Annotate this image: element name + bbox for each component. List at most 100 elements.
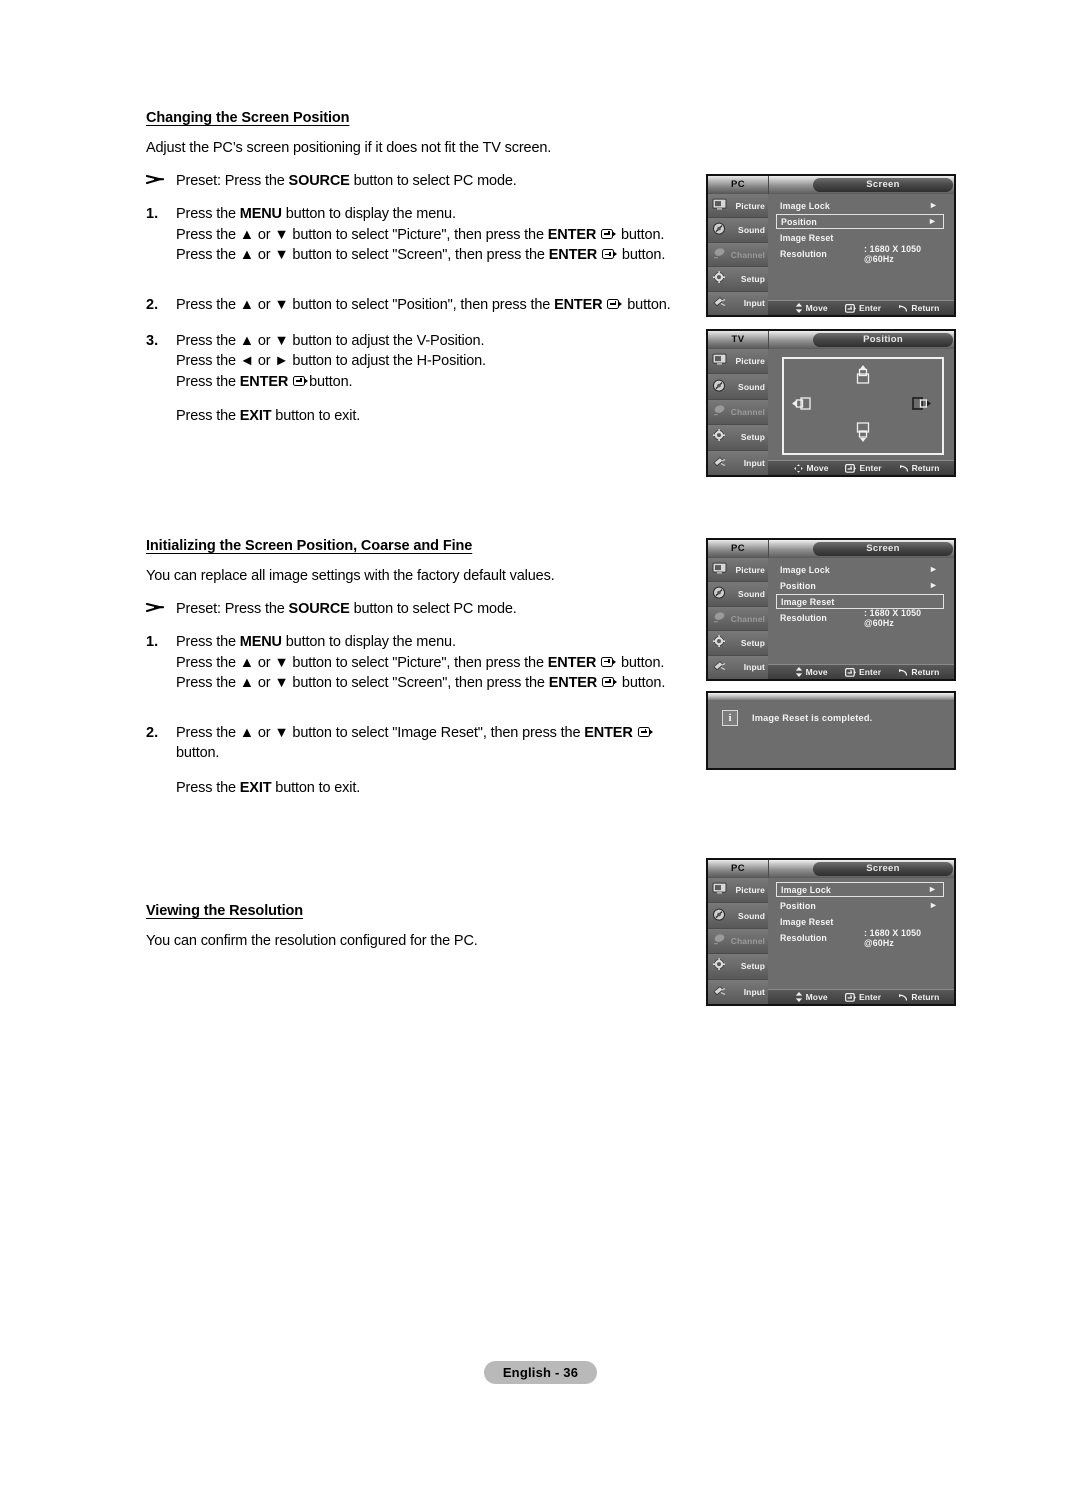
osd-source-label: PC: [708, 540, 769, 558]
osd-menu-list: Image Lock ► Position ► Image Reset Reso…: [768, 558, 954, 628]
sidebar-item-input[interactable]: Input: [708, 450, 768, 475]
return-arrow-icon: [899, 464, 908, 472]
step-line: Press the MENU button to display the men…: [176, 632, 665, 653]
sidebar-item-setup[interactable]: Setup: [708, 425, 768, 451]
hint-label: Enter: [859, 463, 882, 473]
preset-note: Preset: Press the SOURCE button to selec…: [145, 600, 686, 618]
step-2: 2. Press the ▲ or ▼ button to select "Im…: [146, 723, 686, 764]
sidebar-item-sound[interactable]: Sound: [708, 374, 768, 400]
sidebar-label: Input: [743, 457, 765, 468]
t-select: button to select: [288, 654, 393, 671]
enter-button-name: ENTER: [547, 654, 597, 671]
sidebar-item-sound[interactable]: Sound: [708, 582, 768, 607]
menu-row-position[interactable]: Position ►: [776, 214, 944, 229]
section-intro: Adjust the PC’s screen positioning if it…: [146, 140, 552, 156]
sidebar-item-input[interactable]: Input: [708, 655, 768, 679]
step-line: Press the MENU button to display the men…: [176, 204, 665, 225]
t-select: button to select: [288, 296, 393, 313]
sidebar-item-sound[interactable]: Sound: [708, 903, 768, 929]
t-tail: button.: [617, 226, 665, 243]
osd-body: Picture Sound Channel Setup Input: [708, 349, 954, 475]
resolution-value: : 1680 X 1050 @60Hz: [864, 927, 922, 948]
exit-instruction: Press the EXIT button to exit.: [176, 406, 686, 427]
move-right-icon[interactable]: [910, 394, 936, 419]
step-line: Press the ▲ or ▼ button to adjust the V-…: [176, 331, 486, 352]
move-down-icon[interactable]: [853, 420, 873, 447]
chevron-right-icon: ►: [928, 900, 938, 910]
move-left-icon[interactable]: [792, 394, 818, 419]
position-adjust-area[interactable]: [782, 357, 944, 455]
hint-move: Move: [794, 463, 828, 473]
osd-sidebar: Picture Sound Channel Setup Input: [708, 194, 768, 315]
up-arrow-icon: ▲: [239, 247, 254, 264]
down-arrow-icon: ▼: [274, 724, 289, 741]
picture-icon: [712, 561, 728, 575]
dialog-content: i Image Reset is completed.: [708, 700, 954, 726]
sidebar-item-channel[interactable]: Channel: [708, 606, 768, 632]
t-press: Press the: [176, 226, 240, 243]
sidebar-item-picture[interactable]: Picture: [708, 878, 768, 904]
sidebar-item-setup[interactable]: Setup: [708, 631, 768, 656]
sound-icon: [712, 378, 728, 392]
hint-enter: Enter: [844, 303, 881, 313]
menu-row-image-lock[interactable]: Image Lock ►: [776, 562, 944, 577]
up-down-arrow-icon: [795, 303, 802, 313]
sidebar-label: Sound: [738, 910, 765, 921]
preset-suffix: button to select PC mode.: [349, 600, 517, 617]
return-arrow-icon: [899, 993, 908, 1001]
step-body: Press the ▲ or ▼ button to adjust the V-…: [176, 331, 486, 393]
t-or: or: [253, 332, 275, 349]
t-button-only: button.: [176, 745, 220, 762]
input-plug-icon: [712, 295, 728, 309]
move-up-icon[interactable]: [853, 365, 873, 392]
step-line: Press the ▲ or ▼ button to select "Pictu…: [176, 653, 665, 674]
sidebar-item-sound[interactable]: Sound: [708, 218, 768, 243]
menu-row-image-lock[interactable]: Image Lock ►: [776, 198, 944, 213]
osd-title: Screen: [813, 542, 953, 556]
sidebar-item-setup[interactable]: Setup: [708, 954, 768, 980]
sidebar-item-channel[interactable]: Channel: [708, 399, 768, 426]
t-select: button to select: [288, 675, 393, 692]
sidebar-item-channel[interactable]: Channel: [708, 928, 768, 955]
menu-row-position[interactable]: Position ►: [776, 578, 944, 593]
osd-footer-hints: Move Enter Return: [768, 664, 954, 679]
osd-sidebar: Picture Sound Channel Setup Input: [708, 878, 768, 1004]
sidebar-label: Input: [743, 298, 765, 309]
up-arrow-icon: ▲: [239, 296, 254, 313]
resolution-value: : 1680 X 1050 @60Hz: [864, 607, 922, 628]
osd-main: Image Lock ► Position ► Image Reset Reso…: [768, 194, 954, 315]
source-button-name: SOURCE: [288, 600, 350, 617]
sidebar-item-channel[interactable]: Channel: [708, 242, 768, 268]
picture-icon: [712, 882, 728, 896]
sidebar-item-input[interactable]: Input: [708, 979, 768, 1004]
menu-row-image-lock[interactable]: Image Lock ►: [776, 882, 944, 897]
step-body: Press the MENU button to display the men…: [176, 204, 665, 266]
sidebar-label: Picture: [735, 200, 765, 211]
setup-gear-icon: [712, 429, 728, 443]
sidebar-item-picture[interactable]: Picture: [708, 349, 768, 375]
hint-label: Move: [805, 667, 828, 677]
sidebar-label: Channel: [730, 936, 765, 947]
down-arrow-icon: ▼: [274, 332, 289, 349]
step-line: Press the ▲ or ▼ button to select "Posit…: [176, 295, 671, 316]
hint-label: Move: [806, 463, 829, 473]
osd-panel-screen-menu-imagereset-selected[interactable]: PC Screen Picture Sound Channel Setup In…: [706, 538, 956, 681]
t-press: Press the: [176, 247, 240, 264]
hint-label: Move: [805, 992, 828, 1002]
osd-panel-position-adjust[interactable]: TV Position Picture Sound Channel Setup …: [706, 329, 956, 477]
t-or: or: [253, 654, 275, 671]
menu-row-position[interactable]: Position ►: [776, 898, 944, 913]
step-line: Press the ▲ or ▼ button to select "Scree…: [176, 245, 665, 266]
sidebar-item-picture[interactable]: Picture: [708, 558, 768, 583]
osd-panel-screen-menu-imagelock-selected[interactable]: PC Screen Picture Sound Channel Setup In…: [706, 858, 956, 1006]
osd-dialog-image-reset-completed[interactable]: i Image Reset is completed.: [706, 691, 956, 770]
sidebar-item-input[interactable]: Input: [708, 291, 768, 315]
sidebar-item-setup[interactable]: Setup: [708, 267, 768, 292]
channel-icon: [712, 404, 728, 418]
hint-label: Move: [805, 303, 828, 313]
step-body: Press the ▲ or ▼ button to select "Image…: [176, 723, 654, 764]
t-adjust: button to adjust the: [288, 353, 417, 370]
sidebar-item-picture[interactable]: Picture: [708, 194, 768, 219]
enter-key-icon: [844, 667, 856, 677]
osd-panel-screen-menu-position-selected[interactable]: PC Screen Picture Sound Channel Setup In…: [706, 174, 956, 317]
